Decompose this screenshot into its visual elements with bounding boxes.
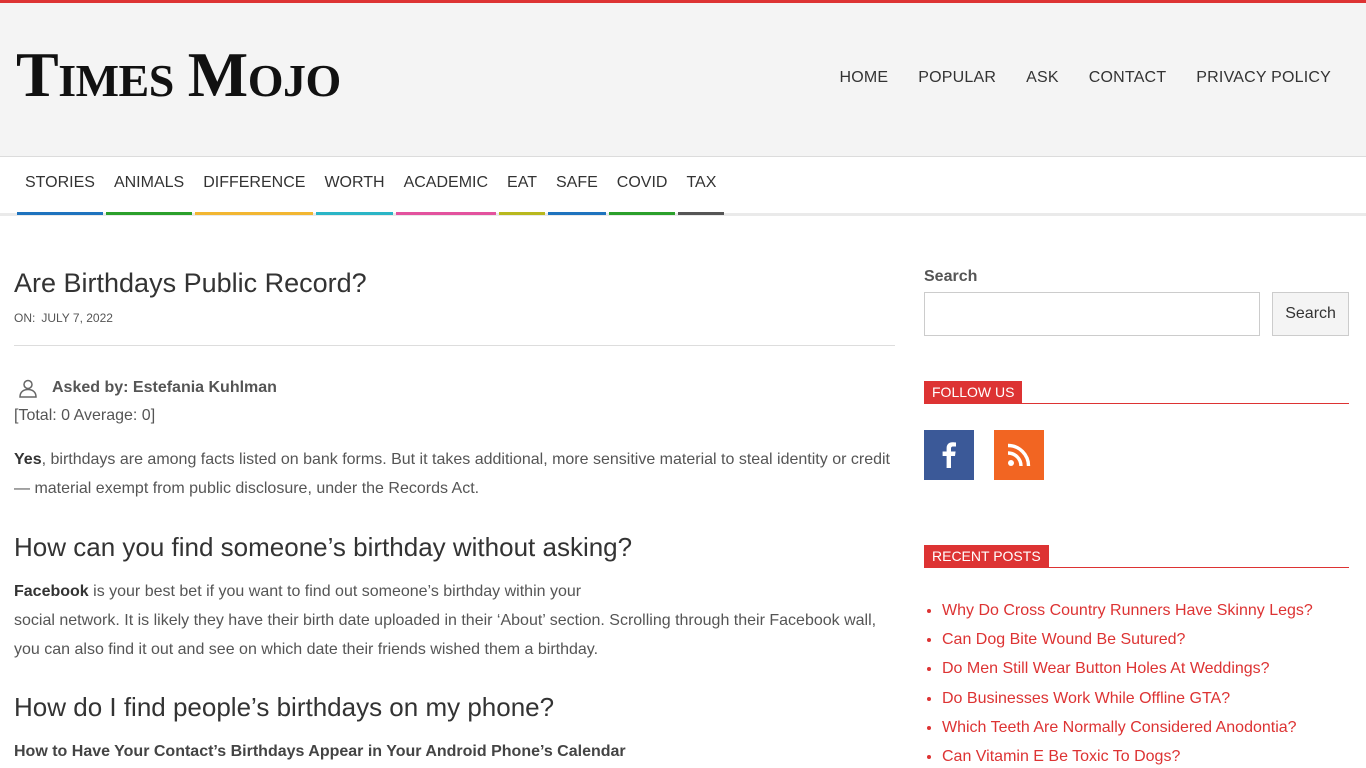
site-header: TIMES MOJO HOME POPULAR ASK CONTACT PRIVA…	[0, 3, 1366, 157]
list-item: Why Do Cross Country Runners Have Skinny…	[942, 596, 1349, 625]
social-links	[924, 430, 1349, 480]
asked-by-text: Asked by: Estefania Kuhlman	[52, 379, 277, 397]
rating-summary: [Total: 0 Average: 0]	[14, 407, 156, 425]
recent-post-link[interactable]: Do Men Still Wear Button Holes At Weddin…	[942, 660, 1270, 677]
follow-us-title: FOLLOW US	[924, 381, 1349, 404]
list-item: Which Teeth Are Normally Considered Anod…	[942, 713, 1349, 742]
recent-post-link[interactable]: Can Vitamin E Be Toxic To Dogs?	[942, 748, 1180, 765]
recent-post-link[interactable]: Why Do Cross Country Runners Have Skinny…	[942, 602, 1313, 619]
category-worth[interactable]: WORTH	[316, 158, 393, 215]
recent-posts-list: Why Do Cross Country Runners Have Skinny…	[924, 596, 1349, 768]
category-covid[interactable]: COVID	[608, 158, 676, 215]
nav-ask[interactable]: ASK	[1026, 69, 1059, 87]
category-stories[interactable]: STORIES	[17, 158, 103, 215]
site-logo[interactable]: TIMES MOJO	[16, 43, 341, 107]
top-navigation: HOME POPULAR ASK CONTACT PRIVACY POLICY	[839, 69, 1331, 87]
section-heading: How can you find someone’s birthday with…	[14, 532, 633, 563]
article: Are Birthdays Public Record? ON: JULY 7, …	[14, 268, 895, 761]
category-eat[interactable]: EAT	[499, 158, 545, 215]
article-meta: ON: JULY 7, 2022	[14, 311, 895, 325]
list-item: Do Businesses Work While Offline GTA?	[942, 684, 1349, 713]
search-label: Search	[924, 268, 978, 285]
nav-contact[interactable]: CONTACT	[1089, 69, 1167, 87]
divider	[14, 345, 895, 347]
recent-posts-title: RECENT POSTS	[924, 545, 1349, 568]
recent-post-link[interactable]: Do Businesses Work While Offline GTA?	[942, 690, 1230, 707]
sidebar: Search Search FOLLOW US RECENT POSTS Why…	[924, 268, 1349, 768]
recent-post-link[interactable]: Can Dog Bite Wound Be Sutured?	[942, 631, 1185, 648]
date-label: ON:	[14, 311, 36, 326]
nav-home[interactable]: HOME	[839, 69, 888, 87]
recent-post-link[interactable]: Which Teeth Are Normally Considered Anod…	[942, 719, 1297, 736]
paragraph: Facebook is your best bet if you want to…	[14, 583, 877, 659]
user-icon	[19, 379, 37, 398]
rss-button[interactable]	[994, 430, 1044, 480]
category-tax[interactable]: TAX	[678, 158, 725, 215]
list-item: Can Dog Bite Wound Be Sutured?	[942, 625, 1349, 654]
rss-icon	[1007, 443, 1031, 467]
list-item: Can Vitamin E Be Toxic To Dogs?	[942, 742, 1349, 768]
article-date: JULY 7, 2022	[41, 311, 113, 326]
category-safe[interactable]: SAFE	[547, 158, 606, 215]
category-animals[interactable]: ANIMALS	[105, 158, 193, 215]
nav-popular[interactable]: POPULAR	[918, 69, 996, 87]
list-item: Do Men Still Wear Button Holes At Weddin…	[942, 654, 1349, 683]
facebook-icon	[942, 442, 956, 468]
search-button[interactable]: Search	[1272, 292, 1349, 336]
category-difference[interactable]: DIFFERENCE	[195, 158, 314, 215]
search-input[interactable]	[924, 292, 1261, 336]
nav-privacy-policy[interactable]: PRIVACY POLICY	[1196, 69, 1331, 87]
paragraph: How to Have Your Contact’s Birthdays App…	[14, 743, 626, 761]
paragraph: Yes, birthdays are among facts listed on…	[14, 451, 890, 498]
facebook-button[interactable]	[924, 430, 974, 480]
search-widget: Search	[924, 292, 1349, 336]
asked-by: Asked by: Estefania Kuhlman	[14, 378, 895, 398]
article-title: Are Birthdays Public Record?	[14, 268, 367, 298]
section-heading: How do I find people’s birthdays on my p…	[14, 692, 555, 723]
category-academic[interactable]: ACADEMIC	[395, 158, 497, 215]
category-navigation: STORIES ANIMALS DIFFERENCE WORTH ACADEMI…	[0, 158, 1366, 216]
